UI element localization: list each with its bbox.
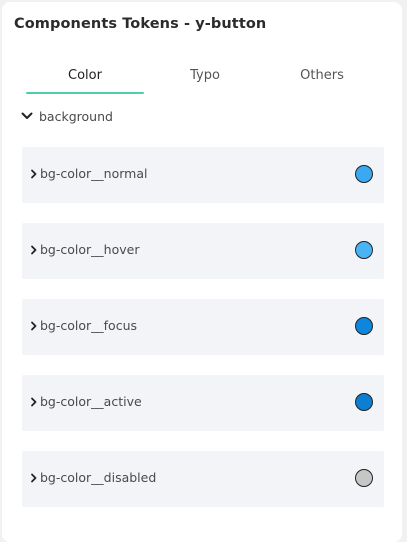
color-swatch[interactable] [355,165,373,183]
token-name: bg-color__active [40,394,142,409]
token-name: bg-color__normal [40,166,148,181]
components-tokens-panel: Components Tokens - y-button Color Typo … [2,2,402,542]
tab-bar: Color Typo Others [26,64,384,94]
active-tab-indicator [26,92,144,94]
color-swatch[interactable] [355,393,373,411]
tab-color-label: Color [68,68,102,83]
group-label: background [39,108,113,124]
tab-typo-label: Typo [190,68,220,83]
group-header-background[interactable]: background [20,106,113,126]
chevron-right-icon [31,321,37,331]
token-name: bg-color__hover [40,242,140,257]
token-row-bg-color-focus[interactable]: bg-color__focus [22,299,384,355]
color-swatch[interactable] [355,241,373,259]
token-row-bg-color-normal[interactable]: bg-color__normal [22,147,384,203]
chevron-right-icon [31,397,37,407]
chevron-right-icon [31,473,37,483]
color-swatch[interactable] [355,469,373,487]
tab-others-label: Others [300,68,344,83]
token-row-bg-color-disabled[interactable]: bg-color__disabled [22,451,384,507]
chevron-right-icon [31,169,37,179]
panel-title: Components Tokens - y-button [14,16,267,32]
chevron-down-icon [21,112,33,119]
token-name: bg-color__focus [40,318,138,333]
token-row-bg-color-hover[interactable]: bg-color__hover [22,223,384,279]
color-swatch[interactable] [355,317,373,335]
chevron-right-icon [31,245,37,255]
tab-color[interactable]: Color [26,64,144,94]
token-row-bg-color-active[interactable]: bg-color__active [22,375,384,431]
tab-typo[interactable]: Typo [146,64,264,94]
token-name: bg-color__disabled [40,470,157,485]
tab-others[interactable]: Others [263,64,381,94]
